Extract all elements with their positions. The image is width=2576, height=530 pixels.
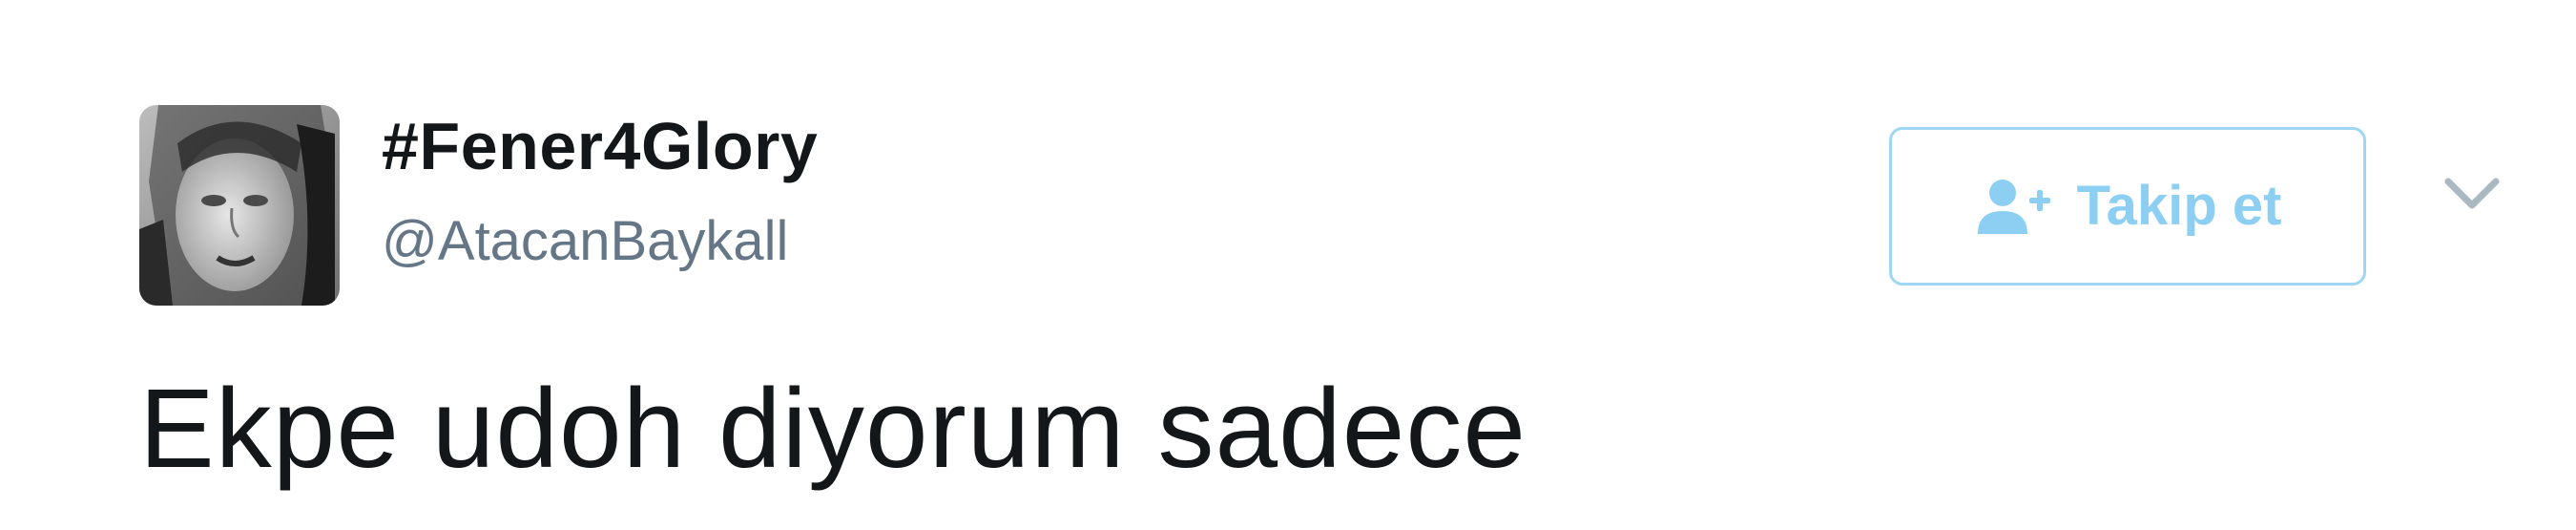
avatar[interactable]: [139, 105, 340, 306]
add-user-icon: [1977, 180, 2050, 234]
display-name[interactable]: #Fener4Glory: [382, 113, 818, 180]
user-handle[interactable]: @AtacanBaykall: [382, 214, 788, 269]
follow-button-label: Takip et: [2076, 175, 2282, 237]
chevron-down-icon[interactable]: [2442, 174, 2502, 214]
follow-button[interactable]: Takip et: [1889, 127, 2366, 286]
tweet-text: Ekpe udoh diyorum sadece: [139, 366, 1527, 492]
tweet-card: #Fener4Glory @AtacanBaykall Takip et Ekp…: [0, 0, 2576, 530]
avatar-photo-icon: [139, 105, 340, 306]
